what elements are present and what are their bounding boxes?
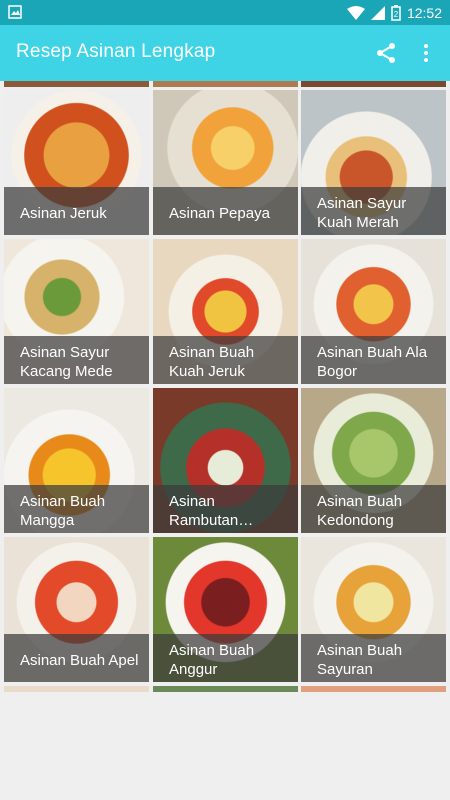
recipe-title: Asinan Buah Kuah Jeruk [169, 344, 255, 380]
recipe-tile[interactable]: Asinan Rambutan… [153, 388, 298, 533]
recipe-tile[interactable]: Asinan Buah Mangga [4, 388, 149, 533]
svg-text:2: 2 [394, 10, 399, 19]
recipe-title: Asinan Pepaya [169, 204, 270, 222]
recipe-tile[interactable]: Asinan Buah Apel [4, 537, 149, 682]
recipe-title: Asinan Buah Apel [20, 651, 139, 669]
recipe-tile[interactable]: Asinan Buah Kuah Jeruk [153, 239, 298, 384]
recipe-title: Asinan Sayur Kuah Merah [317, 195, 407, 231]
recipe-tile-partial [301, 81, 446, 87]
recipe-title: Asinan Buah Kedondong [317, 493, 403, 529]
recipe-tile[interactable]: Asinan Buah Kedondong [301, 388, 446, 533]
recipe-grid[interactable]: Asinan Jeruk Asinan Pepaya Asinan Sayur … [0, 81, 450, 693]
recipe-tile[interactable]: Asinan Buah Anggur [153, 537, 298, 682]
recipe-tile[interactable]: Asinan Buah Sayuran [301, 537, 446, 682]
recipe-tile-partial [4, 686, 149, 692]
app-title: Resep Asinan Lengkap [16, 41, 216, 62]
recipe-title: Asinan Buah Sayuran [317, 642, 403, 678]
cell-signal-icon [370, 6, 385, 20]
recipe-title: Asinan Jeruk [20, 204, 107, 222]
recipe-tile-partial [153, 686, 298, 692]
recipe-title: Asinan Buah Mangga [20, 493, 106, 529]
recipe-title: Asinan Buah Anggur [169, 642, 255, 678]
recipe-tile-partial [153, 81, 298, 87]
recipe-tile[interactable]: Asinan Sayur Kacang Mede [4, 239, 149, 384]
recipe-title: Asinan Rambutan… [169, 493, 254, 529]
recipe-tile-partial [301, 686, 446, 692]
recipe-tile-partial [4, 81, 149, 87]
recipe-title: Asinan Sayur Kacang Mede [20, 344, 113, 380]
status-bar: 2 12:52 [0, 0, 450, 25]
recipe-tile[interactable]: Asinan Jeruk [4, 90, 149, 235]
more-options-icon[interactable] [414, 41, 438, 65]
share-icon[interactable] [374, 41, 398, 65]
recipe-title: Asinan Buah Ala Bogor [317, 344, 428, 380]
wifi-icon [346, 6, 365, 20]
clock: 12:52 [406, 5, 442, 21]
recipe-tile[interactable]: Asinan Sayur Kuah Merah [301, 90, 446, 235]
recipe-tile[interactable]: Asinan Pepaya [153, 90, 298, 235]
image-notification-icon [8, 5, 22, 19]
app-bar: Resep Asinan Lengkap [0, 25, 450, 81]
recipe-tile[interactable]: Asinan Buah Ala Bogor [301, 239, 446, 384]
battery-icon: 2 [391, 5, 401, 21]
